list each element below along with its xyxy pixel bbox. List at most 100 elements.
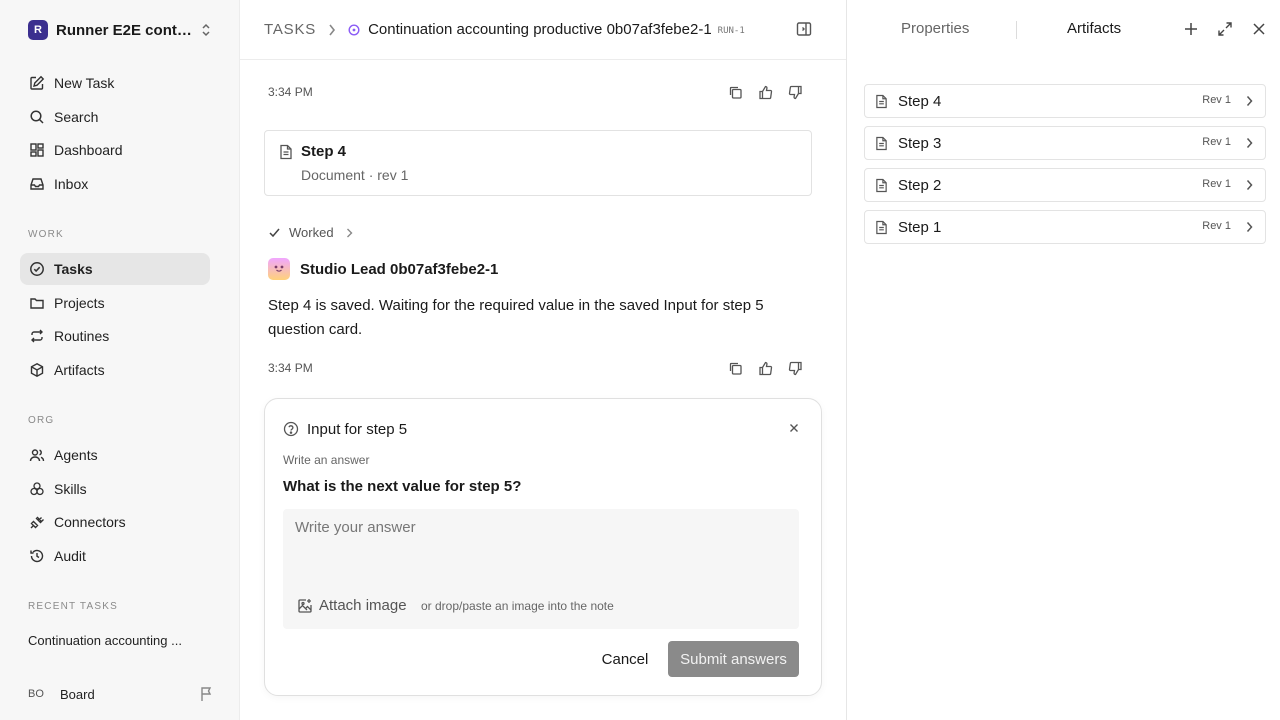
nav-search[interactable]: Search (20, 101, 210, 133)
sidebar: R Runner E2E conti... New Task Search Da… (0, 0, 240, 720)
artifact-item[interactable]: Step 3 Rev 1 (864, 126, 1266, 160)
nav-dashboard-label: Dashboard (54, 142, 123, 158)
chevron-right-icon (1246, 221, 1253, 233)
attach-image-label: Attach image (319, 597, 407, 614)
thumbs-up-icon[interactable] (756, 83, 774, 101)
nav-agents-label: Agents (54, 447, 98, 463)
answer-input[interactable] (283, 509, 799, 579)
question-hint: Write an answer (283, 453, 370, 467)
artifact-name: Step 2 (898, 176, 942, 194)
nav-tasks-label: Tasks (54, 261, 93, 277)
nav-projects[interactable]: Projects (20, 287, 210, 319)
copy-icon[interactable] (726, 83, 744, 101)
nav-routines[interactable]: Routines (20, 320, 210, 352)
artifact-item[interactable]: Step 1 Rev 1 (864, 210, 1266, 244)
nav-artifacts[interactable]: Artifacts (20, 354, 210, 386)
edit-icon (28, 74, 46, 92)
close-icon[interactable] (1253, 21, 1265, 37)
plus-icon[interactable] (1184, 21, 1198, 37)
message-time: 3:34 PM (268, 361, 313, 375)
tab-properties[interactable]: Properties (901, 20, 969, 37)
nav-inbox[interactable]: Inbox (20, 168, 210, 200)
image-plus-icon (297, 598, 313, 614)
cube-icon (28, 361, 46, 379)
panel-toggle-icon[interactable] (796, 21, 812, 37)
document-icon (875, 220, 888, 235)
user-menu[interactable]: BO Board (28, 684, 214, 704)
document-card[interactable]: Step 4 Document · rev 1 (264, 130, 812, 196)
artifact-rev: Rev 1 (1202, 136, 1231, 148)
check-icon (268, 226, 281, 239)
chevron-right-icon (1246, 179, 1253, 191)
document-icon (875, 136, 888, 151)
document-title: Step 4 (301, 143, 347, 160)
artifact-rev: Rev 1 (1202, 178, 1231, 190)
side-panel: Properties Artifacts Step 4 Rev 1 Step 3… (846, 0, 1280, 720)
nav-dashboard[interactable]: Dashboard (20, 134, 210, 166)
document-icon (875, 94, 888, 109)
artifact-name: Step 4 (898, 92, 942, 110)
expand-icon[interactable] (1217, 21, 1233, 37)
cancel-button[interactable]: Cancel (585, 641, 665, 677)
nav-connectors-label: Connectors (54, 514, 126, 530)
chevron-right-icon (1246, 95, 1253, 107)
inbox-icon (28, 175, 46, 193)
nav-agents[interactable]: Agents (20, 439, 210, 471)
workspace-logo: R (28, 20, 48, 40)
agent-name: Studio Lead 0b07af3febe2-1 (300, 260, 499, 278)
search-icon (28, 108, 46, 126)
nav-audit[interactable]: Audit (20, 540, 210, 572)
copy-icon[interactable] (726, 359, 744, 377)
nav-tasks[interactable]: Tasks (20, 253, 210, 285)
message-actions (726, 359, 804, 377)
nav-new-task[interactable]: New Task (20, 67, 210, 99)
chevron-right-icon (328, 24, 336, 36)
thumbs-down-icon[interactable] (786, 83, 804, 101)
run-tag: RUN-1 (717, 25, 745, 36)
check-circle-icon (28, 260, 46, 278)
artifact-item[interactable]: Step 2 Rev 1 (864, 168, 1266, 202)
chevron-right-icon (1246, 137, 1253, 149)
workspace-switcher[interactable]: R Runner E2E conti... (28, 18, 218, 42)
nav-connectors[interactable]: Connectors (20, 506, 210, 538)
breadcrumb-tasks[interactable]: TASKS (264, 21, 316, 38)
attach-hint: or drop/paste an image into the note (421, 599, 614, 613)
flag-icon[interactable] (200, 686, 214, 702)
nav-skills-label: Skills (54, 481, 87, 497)
message-actions (726, 83, 804, 101)
artifact-rev: Rev 1 (1202, 94, 1231, 106)
dashboard-icon (28, 141, 46, 159)
side-panel-tabs: Properties Artifacts (847, 0, 1280, 60)
tab-artifacts[interactable]: Artifacts (1067, 20, 1121, 37)
skills-icon (28, 480, 46, 498)
agent-message: Step 4 is saved. Waiting for the require… (268, 297, 764, 338)
question-card: Input for step 5 Write an answer What is… (264, 398, 822, 696)
agent-avatar (268, 258, 290, 280)
folder-icon (28, 294, 46, 312)
nav-routines-label: Routines (54, 328, 110, 344)
worked-toggle[interactable]: Worked (268, 225, 353, 240)
artifact-item[interactable]: Step 4 Rev 1 (864, 84, 1266, 118)
close-icon[interactable] (789, 423, 799, 433)
nav-skills[interactable]: Skills (20, 473, 210, 505)
tab-divider (1016, 21, 1017, 39)
document-subtitle: Document · rev 1 (301, 167, 409, 183)
recent-task-item[interactable]: Continuation accounting ... (28, 633, 208, 648)
section-recent-label: RECENT TASKS (28, 601, 118, 612)
help-circle-icon (283, 421, 299, 437)
nav-audit-label: Audit (54, 548, 86, 564)
task-thread: 3:34 PM Step 4 Document · rev 1 Worked S… (240, 60, 846, 720)
section-org-label: ORG (28, 415, 55, 426)
history-icon (28, 547, 46, 565)
thumbs-down-icon[interactable] (786, 359, 804, 377)
thumbs-up-icon[interactable] (756, 359, 774, 377)
agent-header: Studio Lead 0b07af3febe2-1 (268, 258, 498, 280)
nav-inbox-label: Inbox (54, 176, 89, 192)
submit-answers-button[interactable]: Submit answers (668, 641, 799, 677)
attach-image-button[interactable]: Attach image (297, 597, 407, 614)
page-title: Continuation accounting productive 0b07a… (368, 21, 712, 38)
artifact-name: Step 3 (898, 134, 942, 152)
chevron-up-down-icon (200, 22, 212, 38)
answer-box: Attach image or drop/paste an image into… (283, 509, 799, 629)
chevron-right-icon (346, 228, 353, 238)
